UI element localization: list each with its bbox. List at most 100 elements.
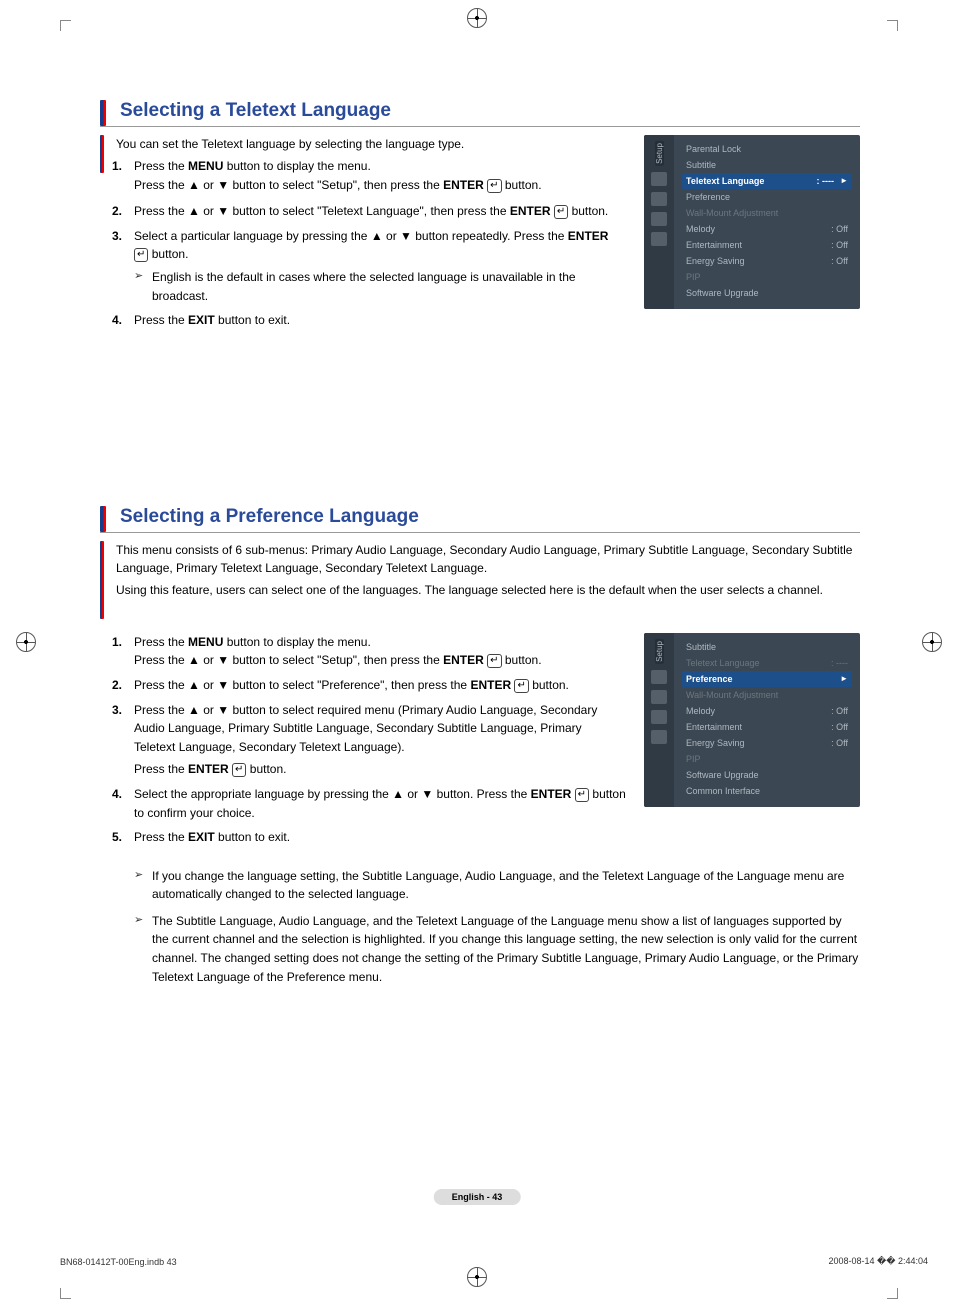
osd-item-label: Teletext Language [686,658,760,668]
osd-item-label: Wall-Mount Adjustment [686,690,778,700]
osd-item-value: : Off [831,738,848,748]
intro-row: You can set the Teletext language by sel… [100,135,626,200]
enter-icon: ↵ [487,179,501,193]
osd-item: Parental Lock [682,141,852,157]
enter-label: ENTER [510,204,551,218]
text: Press the [134,313,188,327]
steps-column: Press the MENU button to display the men… [100,633,626,853]
heading-accent-bar [100,506,106,532]
section-heading: Selecting a Preference Language [100,506,860,533]
intro-text: You can set the Teletext language by sel… [116,135,626,200]
osd-item: Entertainment: Off [682,237,852,253]
footer-file-info: BN68-01412T-00Eng.indb 43 [60,1257,177,1267]
note: The Subtitle Language, Audio Language, a… [134,912,860,986]
heading-accent-bar-small [100,135,104,173]
osd-item-value: : Off [831,706,848,716]
osd-item: Subtitle [682,639,852,655]
osd-item: PIP [682,751,852,767]
manual-page: Selecting a Teletext Language You can se… [0,0,954,1315]
osd-item-list: Subtitle Teletext Language : ---- Preferenc… [674,633,860,807]
crop-mark [60,1288,71,1299]
enter-label: ENTER [470,678,511,692]
osd-item-label: PIP [686,754,701,764]
text: Press the ▲ or ▼ button to select "Telet… [134,204,510,218]
section-title: Selecting a Preference Language [120,506,419,528]
osd-menu-teletext: Setup Parental Lock Subtitle Teletext Lang… [644,135,860,309]
enter-icon: ↵ [514,679,528,693]
page-content: Selecting a Teletext Language You can se… [100,100,860,1026]
text: button to display the menu. [223,635,370,649]
osd-tab-label: Setup [655,639,664,664]
menu-label: MENU [188,635,223,649]
text: button to exit. [215,313,290,327]
exit-label: EXIT [188,313,215,327]
osd-sidebar: Setup [644,135,674,309]
note: If you change the language setting, the … [134,867,860,904]
osd-item-label: Parental Lock [686,144,741,154]
step-5: Press the EXIT button to exit. [134,828,626,847]
step-3: Select a particular language by pressing… [134,227,626,305]
osd-item-label: Melody [686,706,715,716]
text: button. [502,178,542,192]
text: Press the [134,159,188,173]
enter-label: ENTER [531,787,572,801]
footer-timestamp: 2008-08-14 �� 2:44:04 [828,1256,928,1267]
text: Select a particular language by pressing… [134,229,568,243]
text: button. [529,678,569,692]
step-4: Press the EXIT button to exit. [134,311,626,330]
text: Press the [134,635,188,649]
intro-paragraph: You can set the Teletext language by sel… [116,135,626,153]
text: button. [502,653,542,667]
enter-icon: ↵ [554,205,568,219]
osd-item-label: Wall-Mount Adjustment [686,208,778,218]
osd-sidebar-icon [651,172,667,186]
section-title: Selecting a Teletext Language [120,100,391,122]
osd-item-label: Preference [686,674,733,684]
text: button to exit. [215,830,290,844]
step-1: Press the MENU button to display the men… [134,157,626,194]
enter-label: ENTER [443,653,484,667]
osd-item-label: Software Upgrade [686,770,759,780]
intro-row: This menu consists of 6 sub-menus: Prima… [100,541,860,619]
osd-item: Software Upgrade [682,767,852,783]
print-registration-icon [16,632,36,652]
section-body: You can set the Teletext language by sel… [100,135,860,336]
section-teletext-language: Selecting a Teletext Language You can se… [100,100,860,336]
text: Press the ▲ or ▼ button to select requir… [134,703,597,754]
osd-item-label: Preference [686,192,730,202]
print-registration-icon [922,632,942,652]
section-heading: Selecting a Teletext Language [100,100,860,127]
osd-item-value: : ---- [831,658,848,668]
intro-paragraph: Using this feature, users can select one… [116,581,860,599]
enter-icon: ↵ [134,248,148,262]
exit-label: EXIT [188,830,215,844]
osd-item: Entertainment : Off [682,719,852,735]
osd-item: Preference [682,189,852,205]
enter-label: ENTER [188,762,229,776]
page-number-badge: English - 43 [434,1189,521,1205]
osd-item: Wall-Mount Adjustment [682,687,852,703]
osd-item: Melody: Off [682,221,852,237]
crop-mark [60,20,71,31]
osd-item-value: : Off [831,240,848,250]
text: button. [246,762,286,776]
osd-item: Teletext Language: ---- [682,173,852,189]
osd-item: Energy Saving: Off [682,735,852,751]
intro-paragraph: This menu consists of 6 sub-menus: Prima… [116,541,860,577]
osd-item-label: Subtitle [686,160,716,170]
osd-item-label: Entertainment [686,722,742,732]
osd-item: Common Interface [682,783,852,799]
steps-column: You can set the Teletext language by sel… [100,135,626,336]
text: button. [568,204,608,218]
osd-tab-label: Setup [655,141,664,166]
notes-block: If you change the language setting, the … [100,867,860,987]
step-2: Press the ▲ or ▼ button to select "Prefe… [134,676,626,695]
steps-list: Press the MENU button to display the men… [100,633,626,847]
osd-item-label: Software Upgrade [686,288,759,298]
osd-item-label: Common Interface [686,786,760,796]
osd-item-value: : Off [831,722,848,732]
text: Press the ▲ or ▼ button to select "Setup… [134,653,443,667]
text: Press the ▲ or ▼ button to select "Prefe… [134,678,470,692]
text: Select the appropriate language by press… [134,787,531,801]
osd-item-label: Energy Saving [686,256,745,266]
